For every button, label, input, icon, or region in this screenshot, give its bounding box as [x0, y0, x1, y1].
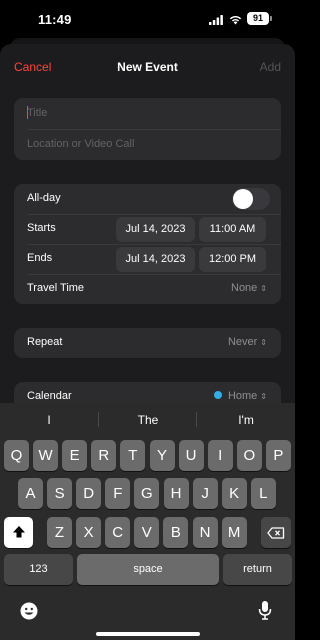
delete-key[interactable]	[261, 517, 291, 548]
location-field[interactable]: Location or Video Call	[14, 129, 281, 159]
key-m[interactable]: M	[221, 517, 247, 548]
repeat-text: Never	[227, 336, 258, 348]
battery-icon	[270, 16, 272, 21]
calendar-value: Home ⇕	[213, 390, 267, 402]
allday-label: All-day	[27, 192, 61, 204]
ends-date-button[interactable]: Jul 14, 2023	[116, 247, 195, 272]
title-placeholder: Title	[27, 107, 48, 119]
add-button[interactable]: Add	[260, 60, 281, 74]
key-b[interactable]: B	[163, 517, 189, 548]
key-q[interactable]: Q	[4, 440, 29, 471]
key-o[interactable]: O	[236, 440, 262, 471]
keyboard: I The I'm QWERTYUIOP ASDFGHJKL ZXCVBNM 1…	[0, 403, 295, 640]
starts-row: Starts Jul 14, 2023 11:00 AM	[14, 214, 281, 244]
starts-date-button[interactable]: Jul 14, 2023	[116, 217, 195, 242]
key-j[interactable]: J	[192, 478, 218, 509]
status-bar: 11:49 91	[0, 0, 295, 40]
status-time: 11:49	[38, 12, 72, 27]
key-z[interactable]: Z	[47, 517, 72, 548]
battery-level: 91	[247, 12, 269, 25]
key-r[interactable]: R	[91, 440, 117, 471]
key-w[interactable]: W	[33, 440, 59, 471]
navigation-bar: Cancel New Event Add	[0, 44, 295, 88]
location-placeholder: Location or Video Call	[27, 138, 135, 150]
allday-toggle[interactable]	[232, 188, 270, 210]
key-i[interactable]: I	[207, 440, 233, 471]
repeat-label: Repeat	[27, 336, 63, 348]
key-l[interactable]: L	[250, 478, 276, 509]
chevron-up-down-icon: ⇕	[260, 392, 267, 401]
emoji-icon[interactable]	[20, 602, 38, 620]
toggle-knob	[233, 189, 253, 209]
key-k[interactable]: K	[221, 478, 247, 509]
starts-time-button[interactable]: 11:00 AM	[199, 217, 266, 242]
travel-time-value: None ⇕	[231, 282, 267, 294]
travel-time-label: Travel Time	[27, 282, 85, 294]
shift-icon	[12, 526, 25, 538]
numbers-key[interactable]: 123	[4, 554, 73, 585]
key-d[interactable]: D	[76, 478, 102, 509]
key-a[interactable]: A	[18, 478, 43, 509]
key-y[interactable]: Y	[149, 440, 175, 471]
key-u[interactable]: U	[178, 440, 204, 471]
suggestion-2[interactable]: The	[99, 413, 197, 427]
ends-time-button[interactable]: 12:00 PM	[199, 247, 266, 272]
suggestion-1[interactable]: I	[0, 413, 98, 427]
space-key[interactable]: space	[77, 554, 219, 585]
key-x[interactable]: X	[76, 517, 102, 548]
repeat-row[interactable]: Repeat Never ⇕	[14, 328, 281, 358]
key-g[interactable]: G	[134, 478, 160, 509]
key-c[interactable]: C	[105, 517, 131, 548]
suggestion-bar: I The I'm	[0, 403, 295, 437]
date-group: All-day Starts Jul 14, 2023 11:00 AM End…	[14, 184, 281, 304]
travel-time-text: None	[231, 282, 258, 294]
key-t[interactable]: T	[120, 440, 146, 471]
travel-time-row[interactable]: Travel Time None ⇕	[14, 274, 281, 304]
key-p[interactable]: P	[265, 440, 291, 471]
key-s[interactable]: S	[47, 478, 73, 509]
microphone-icon[interactable]	[258, 600, 272, 620]
return-key[interactable]: return	[223, 554, 292, 585]
repeat-group: Repeat Never ⇕	[14, 328, 281, 358]
title-location-group: Title Location or Video Call	[14, 98, 281, 160]
page-title: New Event	[117, 60, 178, 74]
calendar-text: Home	[227, 390, 258, 402]
key-e[interactable]: E	[62, 440, 88, 471]
starts-label: Starts	[27, 222, 56, 234]
key-v[interactable]: V	[134, 517, 160, 548]
key-n[interactable]: N	[192, 517, 218, 548]
ends-row: Ends Jul 14, 2023 12:00 PM	[14, 244, 281, 274]
suggestion-3[interactable]: I'm	[197, 413, 295, 427]
calendar-label: Calendar	[27, 390, 72, 402]
shift-key[interactable]	[4, 517, 33, 548]
ends-label: Ends	[27, 252, 53, 264]
home-indicator	[96, 632, 200, 636]
wifi-icon	[229, 16, 242, 25]
repeat-value: Never ⇕	[228, 336, 267, 348]
key-f[interactable]: F	[105, 478, 131, 509]
cellular-signal-icon	[209, 15, 223, 25]
delete-icon	[267, 527, 285, 539]
chevron-up-down-icon: ⇕	[260, 284, 267, 293]
title-field[interactable]: Title	[14, 98, 281, 128]
chevron-up-down-icon: ⇕	[260, 338, 267, 347]
allday-row: All-day	[14, 184, 281, 214]
key-h[interactable]: H	[163, 478, 189, 509]
calendar-color-dot	[213, 391, 222, 399]
